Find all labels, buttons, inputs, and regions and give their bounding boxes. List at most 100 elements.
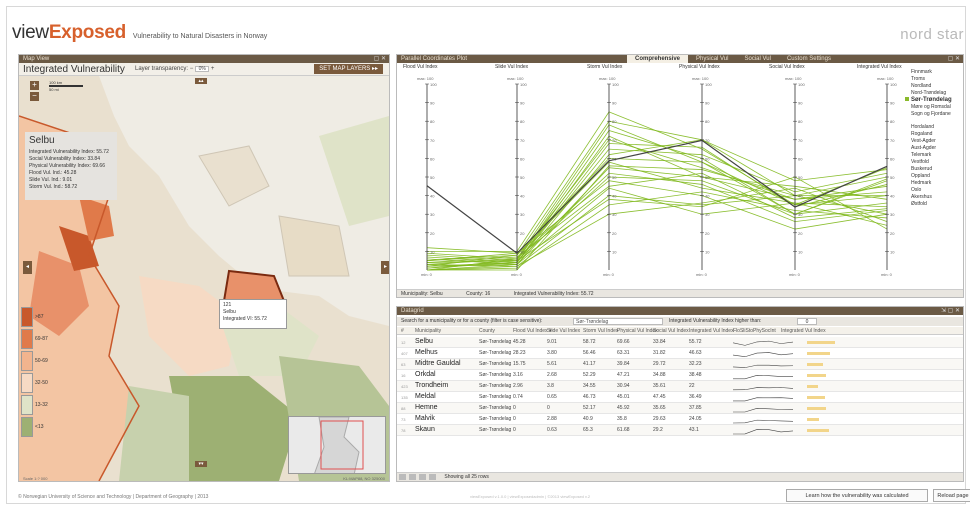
plus-icon[interactable]: + xyxy=(211,66,215,72)
tab-custom-settings[interactable]: Custom Settings xyxy=(779,55,839,63)
pc-tick-label: 100 xyxy=(520,82,527,87)
datagrid-export-icon[interactable]: ⇲ ▢ ✕ xyxy=(941,307,960,315)
panel-close-icon[interactable]: ▢ ✕ xyxy=(374,55,386,63)
tab-social-vul[interactable]: Social Vul xyxy=(736,55,778,63)
pc-line xyxy=(427,111,888,252)
app-header: view Exposed Vulnerability to Natural Dis… xyxy=(12,22,267,46)
tab-physical-vul[interactable]: Physical Vul xyxy=(688,55,736,63)
county-item[interactable]: Aust-Agder xyxy=(911,145,963,152)
pc-tick-label: 90 xyxy=(705,101,710,106)
pc-tick-label: 70 xyxy=(612,138,617,143)
pc-axis-max: max: 100 xyxy=(417,76,434,81)
pan-up-button[interactable]: ▴▴ xyxy=(195,78,207,84)
cell-name: Trondheim xyxy=(415,382,449,389)
threshold-label: Integrated Vulnerability Index higher th… xyxy=(669,318,762,324)
column-header[interactable]: County xyxy=(479,328,495,334)
county-item[interactable]: Akershus xyxy=(911,194,963,201)
pc-line xyxy=(426,120,888,262)
transparency-value[interactable]: 0% xyxy=(195,66,210,72)
footer-version: viewExposed v.1.0.0 | viewExposedadmin |… xyxy=(470,494,591,499)
county-item[interactable]: Østfold xyxy=(911,201,963,208)
zoom-in-button[interactable]: + xyxy=(30,81,39,90)
cell-name: Meldal xyxy=(415,393,436,400)
cell-code: 135 xyxy=(401,395,408,400)
pan-right-button[interactable]: ▸ xyxy=(381,261,389,274)
column-header[interactable]: FloSliStoPhySocInt xyxy=(733,328,776,334)
cell-name: Malvik xyxy=(415,415,435,422)
column-header[interactable]: Flood Vul Index ▾ xyxy=(513,328,551,334)
reload-page-button[interactable]: Reload page xyxy=(933,489,970,502)
transparency-control[interactable]: Layer transparency: −0% + xyxy=(135,66,214,72)
county-item[interactable]: Finnmark xyxy=(911,69,963,76)
county-item[interactable]: Telemark xyxy=(911,152,963,159)
cell-name: Selbu xyxy=(415,338,433,345)
county-item[interactable]: Oppland xyxy=(911,173,963,180)
scale-bar: 100 km 50 mi xyxy=(49,80,83,92)
cell-phys: 30.94 xyxy=(617,383,630,389)
cell-code: 63 xyxy=(401,362,406,367)
minus-icon[interactable]: − xyxy=(190,66,194,72)
parallel-coordinates-plot[interactable]: 100 90 80 70 60 50 40 30 20 10 max: 100 min: 0 100 90… xyxy=(397,72,909,288)
cell-county: Sør-Trøndelag xyxy=(479,394,512,400)
table-row[interactable]: 12 Selbu Sør-Trøndelag 45.28 9.01 58.72 69.66 3… xyxy=(397,337,963,348)
county-item[interactable]: Møre og Romsdal xyxy=(911,104,963,111)
column-header[interactable]: Integrated Vul Index xyxy=(781,328,826,334)
county-item[interactable]: Vestfold xyxy=(911,159,963,166)
table-row[interactable]: 88 Hemne Sør-Trøndelag 0 0 52.17 45.92 35.65 37.… xyxy=(397,403,963,414)
table-row[interactable]: 78 Skaun Sør-Trøndelag 0 0.63 65.3 61.68 29.2 43… xyxy=(397,425,963,436)
legend-item: >87 xyxy=(21,306,53,328)
first-page-icon[interactable] xyxy=(399,474,406,481)
county-item[interactable]: Rogaland xyxy=(911,131,963,138)
column-header[interactable]: Integrated Vul Index xyxy=(689,328,734,334)
pan-down-button[interactable]: ▾▾ xyxy=(195,461,207,467)
table-row[interactable]: 135 Meldal Sør-Trøndelag 0.74 0.65 46.73 45.01… xyxy=(397,392,963,403)
overview-map[interactable] xyxy=(288,416,386,474)
learn-vulnerability-button[interactable]: Learn how the vulnerability was calculat… xyxy=(786,489,928,502)
last-page-icon[interactable] xyxy=(429,474,436,481)
pan-left-button[interactable]: ◂ xyxy=(23,261,32,274)
cell-flood: 45.28 xyxy=(513,339,526,345)
county-item[interactable]: Hedmark xyxy=(911,180,963,187)
county-item[interactable]: Troms xyxy=(911,76,963,83)
table-row[interactable]: 73 Malvik Sør-Trøndelag 0 2.88 40.9 35.8 29.63 2… xyxy=(397,414,963,425)
tooltip-value: Integrated VI: 55.72 xyxy=(223,316,267,322)
table-row[interactable]: 423 Trondheim Sør-Trøndelag 2.96 3.8 34.55 30.… xyxy=(397,381,963,392)
column-header[interactable]: Storm Vul Index xyxy=(583,328,618,334)
county-item[interactable]: Sogn og Fjordane xyxy=(911,111,963,118)
cell-storm: 46.73 xyxy=(583,394,596,400)
pc-tick-label: 30 xyxy=(798,212,803,217)
county-item[interactable]: Nordland xyxy=(911,83,963,90)
panel-maximize-icon[interactable]: ▢ ✕ xyxy=(948,55,960,63)
set-map-layers-button[interactable]: SET MAP LAYERS ▸▸ xyxy=(314,64,383,74)
datagrid-header: # Municipality County Flood Vul Index ▾ Slid… xyxy=(397,327,963,335)
table-row[interactable]: 63 Midtre Gauldal Sør-Trøndelag 15.75 5.61 41… xyxy=(397,359,963,370)
column-header[interactable]: # xyxy=(401,328,404,334)
zoom-out-button[interactable]: − xyxy=(30,92,39,101)
column-header[interactable]: Social Vul Index xyxy=(653,328,689,334)
column-header[interactable]: Physical Vul Index xyxy=(617,328,658,334)
search-input[interactable]: Sør-Trøndelag xyxy=(573,318,663,325)
county-item[interactable]: Nord-Trøndelag xyxy=(911,90,963,97)
cell-county: Sør-Trøndelag xyxy=(479,372,512,378)
tab-comprehensive[interactable]: Comprehensive xyxy=(627,55,689,63)
county-item[interactable]: Vest-Agder xyxy=(911,138,963,145)
map-canvas[interactable]: + − 100 km 50 mi ▴▴ ◂ ▸ ▾▾ Selbu Integrat… xyxy=(19,76,389,481)
next-page-icon[interactable] xyxy=(419,474,426,481)
sparkline xyxy=(733,352,793,358)
threshold-input[interactable]: 0 xyxy=(797,318,817,325)
county-item[interactable]: Hordaland xyxy=(911,124,963,131)
county-item[interactable]: Oslo xyxy=(911,187,963,194)
column-header[interactable]: Municipality xyxy=(415,328,441,334)
prev-page-icon[interactable] xyxy=(409,474,416,481)
cell-soc: 29.2 xyxy=(653,427,663,433)
county-item[interactable]: Sør-Trøndelag xyxy=(911,97,963,104)
county-item[interactable]: Buskerud xyxy=(911,166,963,173)
pc-tick-label: 50 xyxy=(705,175,710,180)
table-row[interactable]: 407 Melhus Sør-Trøndelag 28.23 3.80 56.46 63.3… xyxy=(397,348,963,359)
column-header[interactable]: Slide Vul Index xyxy=(547,328,580,334)
table-row[interactable]: 16 Orkdal Sør-Trøndelag 3.16 2.68 52.29 47.21 3… xyxy=(397,370,963,381)
municipality-info-box: Selbu Integrated Vulnerability Index: 55… xyxy=(25,132,117,200)
pc-tick-label: 60 xyxy=(890,156,895,161)
datagrid-panel: Datagrid ⇲ ▢ ✕ Search for a municipality … xyxy=(396,306,964,482)
pc-tick-label: 90 xyxy=(890,101,895,106)
